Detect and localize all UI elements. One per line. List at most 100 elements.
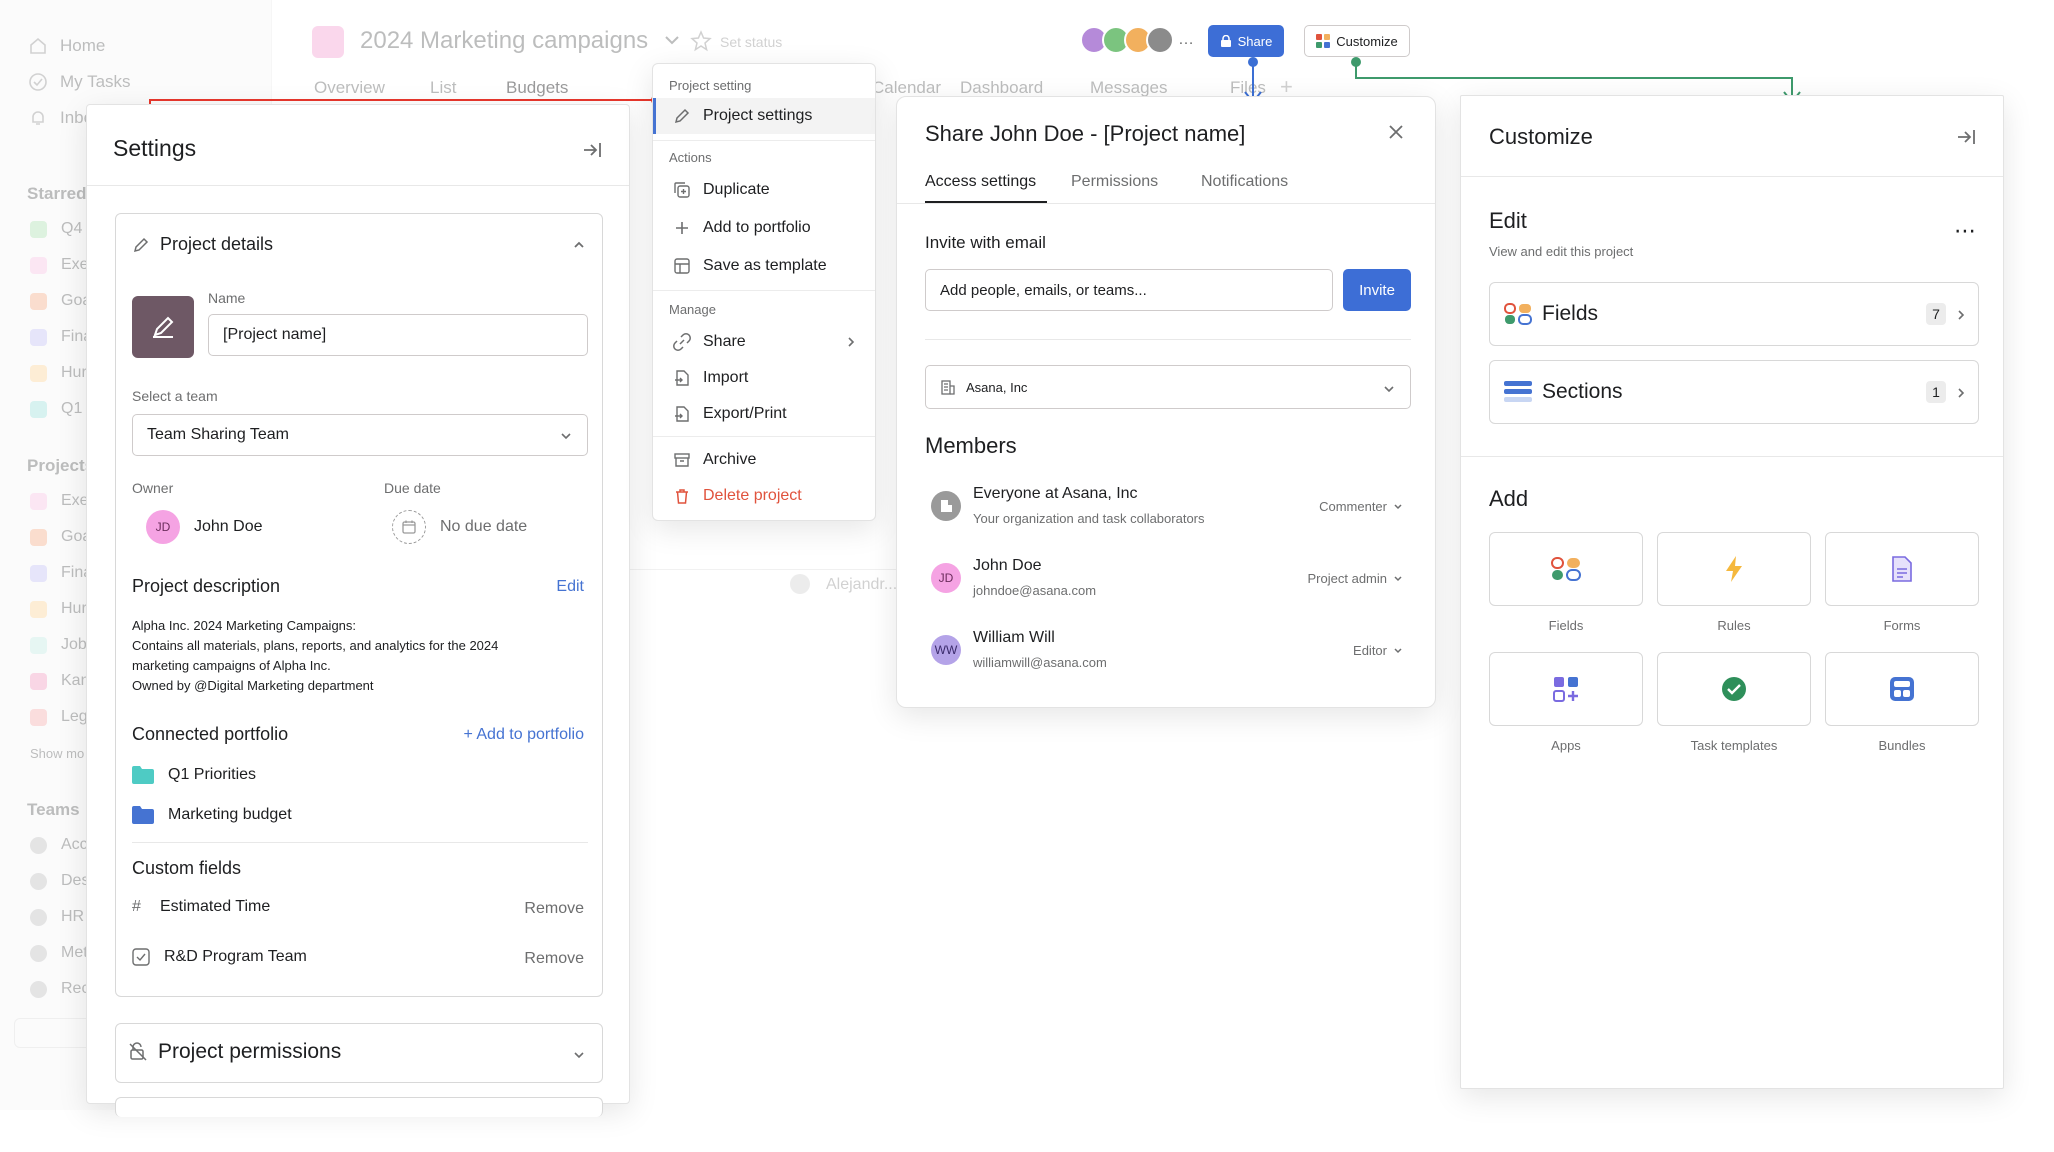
fields-icon bbox=[1504, 303, 1532, 325]
add-apps-tile[interactable] bbox=[1489, 652, 1643, 726]
edit-description-link[interactable]: Edit bbox=[556, 578, 584, 596]
add-task-templates-tile[interactable] bbox=[1657, 652, 1811, 726]
menu-item-project-settings[interactable]: Project settings bbox=[653, 98, 875, 134]
check-circle-icon bbox=[1722, 677, 1746, 701]
tile-label: Apps bbox=[1551, 738, 1581, 753]
menu-item-label: Project settings bbox=[703, 107, 813, 124]
menu-item-label: Share bbox=[703, 333, 746, 350]
pencil-icon bbox=[153, 316, 174, 338]
divider bbox=[653, 290, 875, 291]
team-label: Select a team bbox=[132, 388, 218, 404]
checkbox-icon bbox=[132, 948, 150, 966]
role-select[interactable]: Editor bbox=[1353, 643, 1403, 658]
portfolio-name: Q1 Priorities bbox=[168, 766, 257, 783]
close-icon[interactable] bbox=[1387, 123, 1405, 141]
divider bbox=[653, 140, 875, 141]
portfolio-item[interactable]: Q1 Priorities bbox=[132, 766, 256, 784]
invite-button[interactable]: Invite bbox=[1343, 269, 1411, 311]
member-name: William Will bbox=[973, 629, 1055, 646]
invite-placeholder: Add people, emails, or teams... bbox=[940, 281, 1147, 299]
custom-fields-heading: Custom fields bbox=[132, 858, 242, 878]
menu-item-label: Duplicate bbox=[703, 181, 770, 198]
link-icon bbox=[673, 333, 691, 351]
collapse-panel-icon[interactable] bbox=[1955, 126, 1977, 148]
role-label: Editor bbox=[1353, 643, 1387, 658]
member-name: John Doe bbox=[973, 557, 1042, 574]
project-avatar[interactable] bbox=[132, 296, 194, 358]
chevron-down-icon bbox=[1384, 386, 1394, 393]
sections-row[interactable]: Sections 1 bbox=[1489, 360, 1979, 424]
menu-group-label: Project setting bbox=[669, 78, 752, 93]
add-forms-tile[interactable] bbox=[1825, 532, 1979, 606]
collapse-panel-icon[interactable] bbox=[581, 139, 603, 161]
connector-blue-dot bbox=[1248, 57, 1258, 67]
permissions-icon bbox=[129, 1042, 147, 1061]
invite-button-label: Invite bbox=[1359, 281, 1395, 299]
menu-item-add-to-portfolio[interactable]: Add to portfolio bbox=[653, 210, 875, 246]
organization-value: Asana, Inc bbox=[966, 379, 1028, 395]
add-fields-tile[interactable] bbox=[1489, 532, 1643, 606]
remove-field-button[interactable]: Remove bbox=[524, 950, 584, 968]
organization-select[interactable]: Asana, Inc bbox=[925, 365, 1411, 409]
tile-label: Forms bbox=[1883, 618, 1921, 633]
bundle-icon bbox=[1890, 677, 1914, 701]
menu-item-label: Add to portfolio bbox=[703, 219, 811, 236]
menu-item-save-as-template[interactable]: Save as template bbox=[653, 248, 875, 284]
panel-title: Settings bbox=[113, 135, 197, 161]
owner-name: John Doe bbox=[194, 518, 263, 535]
custom-field-name: R&D Program Team bbox=[164, 948, 307, 965]
sections-icon bbox=[1504, 381, 1532, 402]
description-line: Owned by @Digital Marketing department bbox=[132, 678, 374, 693]
project-details-header[interactable]: Project details bbox=[132, 234, 273, 255]
pencil-icon bbox=[133, 237, 149, 252]
menu-item-duplicate[interactable]: Duplicate bbox=[653, 172, 875, 208]
invite-input[interactable]: Add people, emails, or teams... bbox=[925, 269, 1333, 311]
add-bundles-tile[interactable] bbox=[1825, 652, 1979, 726]
chevron-down-icon bbox=[1394, 503, 1402, 509]
add-heading: Add bbox=[1489, 486, 1529, 511]
project-name-input[interactable]: [Project name] bbox=[208, 314, 588, 356]
menu-item-import[interactable]: Import bbox=[653, 360, 875, 396]
tab-permissions[interactable]: Permissions bbox=[1071, 173, 1158, 191]
tab-access-settings[interactable]: Access settings bbox=[925, 173, 1036, 191]
menu-group-label: Actions bbox=[669, 150, 712, 165]
more-options-icon[interactable]: ⋯ bbox=[1954, 218, 1977, 244]
tile-label: Task templates bbox=[1690, 738, 1778, 753]
menu-item-delete-project[interactable]: Delete project bbox=[653, 478, 875, 514]
team-select[interactable]: Team Sharing Team bbox=[132, 414, 588, 456]
remove-field-button[interactable]: Remove bbox=[524, 900, 584, 918]
tab-notifications[interactable]: Notifications bbox=[1201, 173, 1288, 191]
add-to-portfolio-link[interactable]: + Add to portfolio bbox=[463, 726, 584, 744]
dialog-title: Share John Doe - [Project name] bbox=[925, 121, 1246, 146]
connector-green-dot bbox=[1351, 57, 1361, 67]
fields-row[interactable]: Fields 7 bbox=[1489, 282, 1979, 346]
duplicate-icon bbox=[674, 182, 690, 198]
add-rules-tile[interactable] bbox=[1657, 532, 1811, 606]
member-email: johndoe@asana.com bbox=[973, 583, 1097, 598]
custom-field-item: # Estimated Time bbox=[132, 898, 270, 916]
menu-item-export[interactable]: Export/Print bbox=[653, 396, 875, 432]
customize-panel: Customize Edit View and edit this projec… bbox=[1460, 95, 2004, 1089]
chevron-down-icon bbox=[1394, 575, 1402, 581]
due-date-field[interactable]: No due date bbox=[392, 510, 527, 544]
name-label: Name bbox=[208, 290, 246, 306]
menu-item-share[interactable]: Share bbox=[653, 324, 875, 360]
project-permissions-card[interactable]: Project permissions bbox=[115, 1023, 603, 1083]
menu-item-archive[interactable]: Archive bbox=[653, 442, 875, 478]
portfolio-heading: Connected portfolio bbox=[132, 724, 289, 744]
divider bbox=[897, 203, 1435, 204]
description-line: Contains all materials, plans, reports, … bbox=[132, 638, 499, 653]
folder-icon bbox=[132, 806, 154, 824]
chevron-right-icon bbox=[1958, 310, 1965, 320]
portfolio-item[interactable]: Marketing budget bbox=[132, 806, 292, 824]
members-heading: Members bbox=[925, 433, 1017, 458]
role-select[interactable]: Commenter bbox=[1319, 499, 1403, 514]
owner-field[interactable]: JD John Doe bbox=[146, 510, 263, 544]
chevron-down-icon bbox=[574, 1052, 584, 1059]
project-description: Alpha Inc. 2024 Marketing Campaigns: Con… bbox=[132, 616, 582, 696]
role-select[interactable]: Project admin bbox=[1308, 571, 1403, 586]
import-icon bbox=[675, 370, 689, 386]
chevron-up-icon[interactable] bbox=[572, 238, 586, 252]
avatar-initials: JD bbox=[938, 571, 954, 585]
menu-item-label: Import bbox=[703, 369, 749, 386]
